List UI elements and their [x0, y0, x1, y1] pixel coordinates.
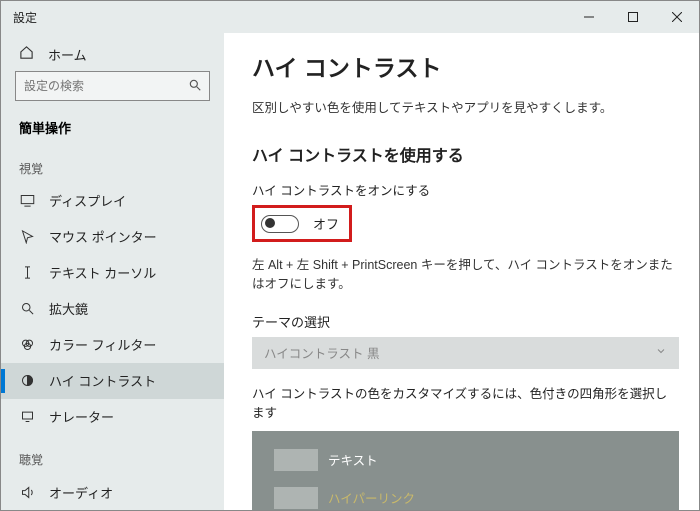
magnifier-icon [19, 301, 35, 316]
nav-narrator[interactable]: ナレーター [1, 399, 224, 435]
nav-display-label: ディスプレイ [49, 191, 126, 210]
nav-color-filters-label: カラー フィルター [49, 335, 156, 354]
nav-magnifier-label: 拡大鏡 [49, 299, 88, 318]
customize-hint: ハイ コントラストの色をカスタマイズするには、色付きの四角形を選択します [252, 383, 679, 421]
toggle-label: ハイ コントラストをオンにする [252, 180, 679, 199]
page-description: 区別しやすい色を使用してテキストやアプリを見やすくします。 [252, 97, 679, 116]
mouse-pointer-icon [19, 229, 35, 244]
nav-mouse-pointer[interactable]: マウス ポインター [1, 219, 224, 255]
theme-select-label: テーマの選択 [252, 312, 679, 331]
nav-color-filters[interactable]: カラー フィルター [1, 327, 224, 363]
window-title: 設定 [1, 9, 37, 26]
shortcut-hint: 左 Alt + 左 Shift + PrintScreen キーを押して、ハイ … [252, 256, 679, 294]
high-contrast-toggle[interactable] [261, 215, 299, 233]
text-cursor-icon [19, 265, 35, 280]
preview-text-label: テキスト [328, 450, 378, 469]
theme-select[interactable]: ハイコントラスト 黒 [252, 337, 679, 369]
text-swatch[interactable] [274, 449, 318, 471]
preview-hyperlink-row[interactable]: ハイパーリンク [274, 481, 657, 511]
nav-high-contrast[interactable]: ハイ コントラスト [1, 363, 224, 399]
preview-text-row[interactable]: テキスト [274, 443, 657, 477]
narrator-icon [19, 409, 35, 424]
home-icon [19, 45, 34, 63]
home-link[interactable]: ホーム [1, 37, 224, 71]
hyperlink-swatch[interactable] [274, 487, 318, 509]
page-title: ハイ コントラスト [252, 49, 679, 83]
toggle-state-text: オフ [313, 214, 339, 233]
window-controls [567, 1, 699, 33]
search-icon [188, 78, 202, 97]
audio-icon [19, 485, 35, 500]
titlebar: 設定 [1, 1, 699, 33]
content-area: ハイ コントラスト 区別しやすい色を使用してテキストやアプリを見やすくします。 … [224, 33, 699, 510]
nav-narrator-label: ナレーター [49, 407, 114, 426]
category-label: 簡単操作 [19, 118, 71, 137]
annotation-highlight: オフ [252, 205, 352, 242]
nav-high-contrast-label: ハイ コントラスト [49, 371, 156, 390]
close-button[interactable] [655, 1, 699, 33]
nav-display[interactable]: ディスプレイ [1, 183, 224, 219]
group-vision: 視覚 [1, 144, 224, 183]
nav-audio-label: オーディオ [49, 483, 113, 502]
sidebar: ホーム 簡単操作 視覚 ディスプレイ マウス ポインター テキスト カーソル 拡… [1, 33, 224, 510]
use-heading: ハイ コントラストを使用する [252, 142, 679, 166]
search-input[interactable] [15, 71, 210, 101]
nav-magnifier[interactable]: 拡大鏡 [1, 291, 224, 327]
nav-text-cursor-label: テキスト カーソル [49, 263, 156, 282]
search-box[interactable] [15, 71, 210, 101]
category-header[interactable]: 簡単操作 [1, 111, 224, 143]
color-preview-panel: テキスト ハイパーリンク 淡色表示のテキスト 選択されたテキスト [252, 431, 679, 511]
nav-text-cursor[interactable]: テキスト カーソル [1, 255, 224, 291]
nav-audio[interactable]: オーディオ [1, 474, 224, 510]
maximize-button[interactable] [611, 1, 655, 33]
group-hearing: 聴覚 [1, 435, 224, 474]
color-filters-icon [19, 337, 35, 352]
nav-mouse-pointer-label: マウス ポインター [49, 227, 157, 246]
preview-hyperlink-label: ハイパーリンク [328, 488, 415, 507]
theme-selected-value: ハイコントラスト 黒 [264, 343, 379, 362]
chevron-down-icon [655, 345, 667, 360]
high-contrast-icon [19, 373, 35, 388]
home-label: ホーム [48, 45, 87, 64]
minimize-button[interactable] [567, 1, 611, 33]
display-icon [19, 193, 35, 208]
